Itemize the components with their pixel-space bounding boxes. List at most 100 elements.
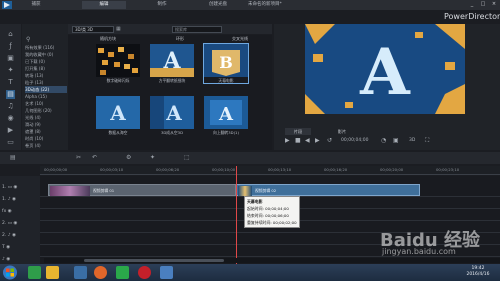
document-title: 未命名的新项目*	[248, 2, 282, 7]
category-item[interactable]: 转场 (13)	[25, 72, 67, 79]
taskbar-player-icon[interactable]	[116, 266, 129, 279]
system-clock[interactable]: 19:42 2016/4/16	[460, 266, 496, 278]
fullscreen-icon[interactable]: ⛶	[425, 137, 429, 145]
scrollbar-thumb[interactable]	[84, 259, 224, 262]
split-icon[interactable]: ✂	[76, 154, 81, 161]
track-header-title[interactable]: T ◉	[2, 244, 40, 252]
brand-label: PowerDirector	[444, 12, 500, 21]
fit-icon[interactable]: ⬚	[184, 154, 190, 161]
transition-thumbnail[interactable]: A 3D成从空3D	[150, 96, 194, 135]
import-icon[interactable]: ⌂	[6, 30, 15, 39]
category-item[interactable]: 所有效果 (116)	[25, 44, 67, 51]
fx-icon[interactable]: ƒ	[6, 42, 15, 51]
library-column-header: 交叉光线	[232, 36, 248, 41]
track-header-audio-2[interactable]: 2. ♪ ◉	[2, 232, 40, 240]
video-clip[interactable]: 视频剪辑 01	[48, 184, 236, 196]
pip-icon[interactable]: ▣	[6, 54, 15, 63]
start-button[interactable]	[2, 265, 18, 280]
undo-icon[interactable]: ↶	[92, 154, 97, 161]
next-frame-icon[interactable]: ▶	[315, 137, 320, 144]
library-filter-select[interactable]: 3D/类 3D	[72, 26, 114, 33]
app-logo-icon	[2, 1, 12, 9]
thumbnail-caption: 方平翻转纸细块	[158, 78, 186, 83]
blue-a-preview-image: A	[96, 96, 140, 129]
subtitle-icon[interactable]: ▭	[6, 138, 15, 147]
play-icon[interactable]: ▶	[285, 137, 290, 144]
transition-thumbnail[interactable]: 数字破碎闪烁	[96, 44, 140, 83]
track-divider	[40, 256, 500, 257]
category-item[interactable]: Alpha (15)	[25, 93, 67, 100]
magic-icon[interactable]: ✦	[150, 154, 155, 161]
category-item[interactable]: 卷页 (4)	[25, 142, 67, 149]
title-icon[interactable]: T	[6, 78, 15, 87]
playhead[interactable]	[236, 166, 237, 264]
track-header-music[interactable]: ♪ ◉	[2, 256, 40, 264]
minimize-button[interactable]: _	[468, 1, 476, 8]
audio-icon[interactable]: ♫	[6, 102, 15, 111]
stop-icon[interactable]: ■	[295, 137, 301, 144]
category-item[interactable]: 打开集 (8)	[25, 65, 67, 72]
blue-strip-preview-image: A	[204, 96, 248, 129]
clock-date: 2016/4/16	[466, 272, 490, 277]
transition-icon[interactable]: ▤	[6, 90, 15, 99]
track-header-video-1[interactable]: 1. ▭ ◉	[2, 184, 40, 192]
svg-text:A: A	[109, 101, 126, 125]
track-header-video-2[interactable]: 2. ▭ ◉	[2, 220, 40, 228]
taskbar-app-icon[interactable]	[74, 266, 87, 279]
category-item[interactable]: 艺术 (10)	[25, 100, 67, 107]
svg-text:A: A	[218, 104, 234, 125]
tab-capture[interactable]: 捕获	[16, 1, 56, 9]
taskbar-record-icon[interactable]	[138, 266, 151, 279]
transition-thumbnail[interactable]: A 数据从海空	[96, 96, 140, 135]
maximize-button[interactable]: □	[479, 1, 487, 8]
category-item-selected[interactable]: 3D动态 (22)	[25, 86, 67, 93]
taskbar-browser-icon[interactable]	[94, 266, 107, 279]
particle-icon[interactable]: ✦	[6, 66, 15, 75]
grid-view-icon[interactable]: ▦	[116, 26, 121, 32]
track-headers: 1. ▭ ◉ 1. ♪ ◉ fx ◉ 2. ▭ ◉ 2. ♪ ◉ T ◉ ♪ ◉	[0, 176, 40, 264]
taskbar-folder-icon[interactable]	[46, 266, 59, 279]
library-search-input[interactable]: 搜索库	[172, 26, 222, 33]
tool-rail: ⌂ ƒ ▣ ✦ T ▤ ♫ ◉ ▶ ▭	[0, 24, 21, 150]
clip-label: 视频剪辑 02	[255, 188, 277, 193]
close-button[interactable]: ×	[490, 1, 498, 8]
letter-b-preview-image: B	[204, 44, 248, 77]
tab-clip-mode[interactable]: 片段	[285, 128, 311, 135]
letter-a-preview-image: A	[150, 44, 194, 77]
video-clip-selected[interactable]: 视频剪辑 02	[236, 184, 420, 196]
category-item[interactable]: 粒子 (13)	[25, 79, 67, 86]
repeat-icon[interactable]: ↺	[327, 137, 332, 144]
category-item[interactable]: 遮罩 (8)	[25, 128, 67, 135]
category-item[interactable]: 几何图形 (20)	[25, 107, 67, 114]
category-item[interactable]: 滑动 (9)	[25, 121, 67, 128]
timeline-scrollbar[interactable]	[44, 258, 500, 263]
tab-movie-mode[interactable]: 影片	[329, 128, 355, 135]
taskbar-app-icon[interactable]	[28, 266, 41, 279]
taskbar-powerdirector-icon[interactable]	[160, 266, 173, 279]
category-item[interactable]: 我的收藏中 (0)	[25, 51, 67, 58]
tab-produce[interactable]: 制作	[140, 1, 184, 9]
library-tool-icon[interactable]: ⚲	[26, 36, 30, 43]
tab-create-disc[interactable]: 创建光盘	[196, 1, 240, 9]
tab-edit[interactable]: 编辑	[82, 1, 126, 9]
volume-icon[interactable]: ◔	[381, 137, 386, 144]
transition-thumbnail-selected[interactable]: B 天幕电影	[203, 43, 249, 84]
transition-thumbnail[interactable]: A 方平翻转纸细块	[150, 44, 194, 83]
timeline-toolbar: ▤ ✂ ↶ ⚙ ✦ ⬚	[0, 152, 500, 164]
3d-toggle[interactable]: 3D	[409, 138, 415, 143]
voice-icon[interactable]: ◉	[6, 114, 15, 123]
svg-text:A: A	[162, 48, 181, 74]
tools-icon[interactable]: ⚙	[126, 154, 131, 161]
prev-frame-icon[interactable]: ◀	[305, 137, 310, 144]
category-item[interactable]: 已下载 (0)	[25, 58, 67, 65]
chapter-icon[interactable]: ▶	[6, 126, 15, 135]
tooltip-line: 结束时间: 00;00;06;00	[247, 213, 289, 218]
timeline-ruler[interactable]: 00;00;00;00 00;00;03;10 00;00;06;20 00;0…	[40, 166, 500, 175]
snapshot-icon[interactable]: ▣	[393, 137, 399, 144]
track-manager-icon[interactable]: ▤	[10, 154, 16, 161]
category-item[interactable]: 光线 (4)	[25, 114, 67, 121]
track-header-fx[interactable]: fx ◉	[2, 208, 40, 216]
transition-thumbnail[interactable]: A 向上翻转3D(1)	[204, 96, 248, 135]
category-item[interactable]: 时尚 (10)	[25, 135, 67, 142]
track-header-audio-1[interactable]: 1. ♪ ◉	[2, 196, 40, 204]
